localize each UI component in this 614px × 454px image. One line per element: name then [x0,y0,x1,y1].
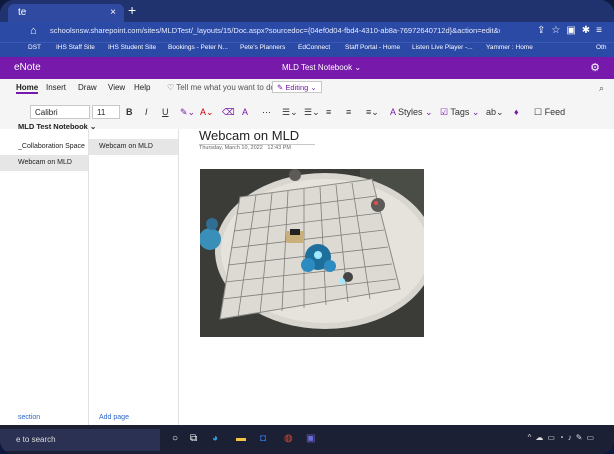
font-name-select[interactable]: Calibri [30,105,90,119]
editing-dropdown[interactable]: ✎ Editing ⌄ [272,81,322,93]
start-icon[interactable]: ○ [172,433,178,444]
tab-home[interactable]: Home [16,83,39,94]
page-title[interactable]: Webcam on MLD [199,128,315,145]
page-date: Thursday, March 10, 2022 12:43 PM [199,145,291,151]
bookmarks-bar: DST IHS Staff Site IHS Student Site Book… [0,42,614,57]
bullets-icon[interactable]: ☰⌄ [282,107,298,118]
outlook-icon[interactable]: ◘ [260,433,266,444]
align-icon[interactable]: ≡⌄ [366,107,379,118]
file-explorer-icon[interactable]: ▬ [236,433,246,444]
tab-view[interactable]: View [108,83,125,92]
page-item-selected[interactable]: Webcam on MLD [89,139,178,155]
system-tray[interactable]: ^☁▭◔♪✎▭ [528,433,598,442]
new-tab-button[interactable]: + [128,2,136,18]
bookmark-item[interactable]: Listen Live Player -... [412,44,473,51]
tags-button[interactable]: ☑ Tags ⌄ [440,107,479,118]
page-canvas[interactable]: Webcam on MLD Thursday, March 10, 2022 1… [179,128,614,425]
browser-tab[interactable]: te × [8,4,124,22]
bookmark-item[interactable]: Oth [596,44,606,51]
bold-button[interactable]: B [126,107,133,117]
more-icon[interactable]: ⋯ [262,107,271,118]
teams-icon[interactable]: ▣ [306,433,315,444]
search-input[interactable]: ♡ Tell me what you want to do [167,83,275,92]
gear-icon[interactable]: ⚙ [590,61,600,74]
url-field[interactable]: schoolsnsw.sharepoint.com/sites/MLDTest/… [50,26,500,35]
underline-button[interactable]: U [162,107,169,117]
home-icon[interactable]: ⌂ [30,25,37,37]
eraser-icon[interactable]: ⌫ [222,107,235,118]
section-item-selected[interactable]: Webcam on MLD [0,155,88,171]
edge-icon[interactable]: ◕ [212,433,218,444]
tab-draw[interactable]: Draw [78,83,97,92]
bookmark-item[interactable]: IHS Student Site [108,44,156,51]
app-header: eNote MLD Test Notebook ⌄ ⚙ [0,57,614,79]
share-icons[interactable]: ⌕ [599,83,604,94]
close-icon[interactable]: × [110,4,116,22]
dictate-icon[interactable]: ♦ [514,107,519,117]
section-item[interactable]: _Collaboration Space [0,139,88,155]
add-section-button[interactable]: section [18,414,40,421]
windows-taskbar: e to search ○ ⧉ ◕ ▬ ◘ ◍ ▣ ^☁▭◔♪✎▭ [0,425,614,454]
screen-frame: te × + ⌂ schoolsnsw.sharepoint.com/sites… [0,0,614,454]
spelling-icon[interactable]: ab⌄ [486,107,504,118]
notebook-title[interactable]: MLD Test Notebook ⌄ [282,63,361,72]
outdent-icon[interactable]: ≡ [326,107,331,117]
font-size-select[interactable]: 11 [92,105,120,119]
styles-button[interactable]: A Styles ⌄ [390,107,433,118]
tab-insert[interactable]: Insert [46,83,66,92]
bookmark-item[interactable]: DST [28,44,41,51]
tab-help[interactable]: Help [134,83,150,92]
numbering-icon[interactable]: ☰⌄ [304,107,320,118]
italic-button[interactable]: I [145,107,148,117]
webcam-photo[interactable] [200,169,424,337]
photo-illustration [200,169,424,337]
address-bar: ⌂ schoolsnsw.sharepoint.com/sites/MLDTes… [0,22,614,42]
chrome-icon[interactable]: ◍ [284,433,293,444]
task-view-icon[interactable]: ⧉ [190,433,197,444]
bookmark-item[interactable]: Yammer : Home [486,44,533,51]
sections-list: _Collaboration Space Webcam on MLD [0,129,89,425]
app-name: eNote [14,62,41,73]
bookmark-item[interactable]: EdConnect [298,44,330,51]
font-color-icon[interactable]: A⌄ [200,107,214,118]
format-painter-icon[interactable]: A [242,107,248,117]
feed-button[interactable]: ☐ Feed [534,107,565,118]
indent-icon[interactable]: ≡ [346,107,351,117]
pages-list: Webcam on MLD [89,129,178,425]
bookmark-item[interactable]: Staff Portal - Home [345,44,400,51]
bookmark-item[interactable]: IHS Staff Site [56,44,95,51]
bookmark-item[interactable]: Bookings - Peter N... [168,44,228,51]
taskbar-search[interactable]: e to search [0,429,160,451]
highlight-icon[interactable]: ✎⌄ [180,107,195,118]
navigation-pane: MLD Test Notebook ⌄ _Collaboration Space… [0,122,179,425]
add-page-button[interactable]: Add page [99,414,129,421]
browser-tab-bar: te × + [0,0,614,22]
tab-title: te [18,7,27,18]
toolbar-icons[interactable]: ⇪☆▣✱≡ [537,25,608,36]
bookmark-item[interactable]: Pete's Planners [240,44,285,51]
